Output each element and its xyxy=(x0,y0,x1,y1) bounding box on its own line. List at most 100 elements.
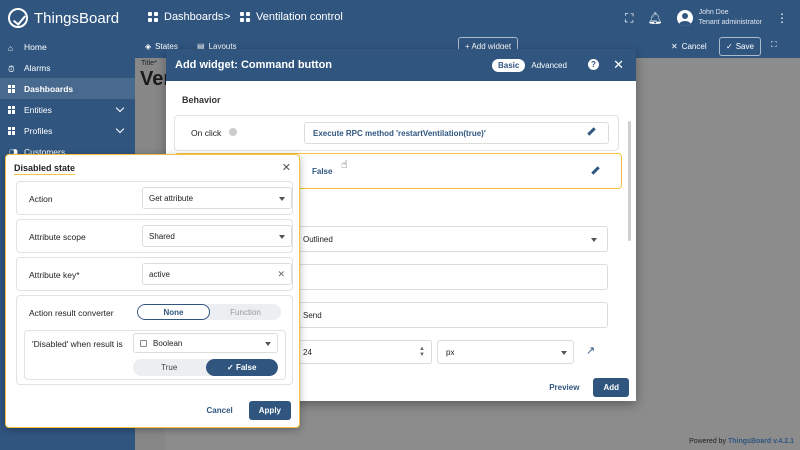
fullscreen-icon[interactable]: ⛶ xyxy=(625,11,633,26)
dialog-footer: Preview Add xyxy=(549,378,629,397)
apply-button[interactable]: Apply xyxy=(248,401,291,420)
disabled-state-field[interactable]: False xyxy=(304,159,612,183)
app-logo[interactable]: ThingsBoard xyxy=(8,8,119,28)
label-input[interactable]: Send xyxy=(294,302,608,328)
checkbox-icon xyxy=(140,339,147,347)
stepper-icon[interactable]: ▲ ▼ xyxy=(419,346,425,358)
check-icon: ✓ xyxy=(726,42,733,51)
help-icon[interactable]: ? xyxy=(588,59,599,70)
more-vert-icon[interactable]: ⋮ xyxy=(776,11,788,25)
action-select[interactable]: Get attribute xyxy=(142,187,292,209)
user-role: Tenant administrator xyxy=(698,19,762,26)
attribute-scope-select[interactable]: Shared xyxy=(142,225,292,247)
popover-footer: Cancel Apply xyxy=(207,401,291,420)
edit-icon[interactable] xyxy=(587,127,596,136)
chevron-down-icon xyxy=(591,238,597,242)
result-value-toggle: True ✓ False xyxy=(133,359,278,376)
notifications-bell-icon[interactable]: 🔔︎ xyxy=(647,11,662,25)
converter-toggle: None Function xyxy=(137,304,281,320)
empty-field[interactable] xyxy=(294,264,608,290)
edit-icon[interactable] xyxy=(591,166,600,175)
on-click-row: On click Execute RPC method 'restartVent… xyxy=(174,115,619,151)
user-menu[interactable]: John Doe Tenant administrator xyxy=(676,8,762,28)
chevron-down-icon xyxy=(279,197,285,201)
avatar xyxy=(676,10,693,26)
appearance-section: Outlined Send 24 ▲ ▼ px ↗ xyxy=(294,226,620,366)
chevron-down-icon xyxy=(265,342,271,346)
chevron-down-icon xyxy=(279,235,285,239)
close-icon[interactable]: ✕ xyxy=(282,161,291,174)
profiles-icon xyxy=(8,126,16,135)
chevron-down-icon xyxy=(115,103,125,113)
save-button[interactable]: ✓ Save xyxy=(719,37,761,56)
mode-toggle: Basic Advanced xyxy=(492,59,567,72)
app-name: ThingsBoard xyxy=(34,9,120,27)
option-true[interactable]: True xyxy=(133,359,206,376)
expand-icon[interactable]: ↗ xyxy=(586,344,595,357)
cancel-button[interactable]: Cancel xyxy=(207,406,233,415)
tab-advanced[interactable]: Advanced xyxy=(531,61,567,70)
entities-icon xyxy=(8,105,16,114)
chevron-down-icon xyxy=(561,351,567,355)
breadcrumb-dashboards-label: Dashboards xyxy=(164,11,224,23)
alarm-icon: ⏰︎ xyxy=(8,63,15,74)
breadcrumb-current: Ventilation control xyxy=(240,11,343,23)
disabled-state-popover: Disabled state ✕ Action Get attribute At… xyxy=(5,154,300,428)
info-icon[interactable] xyxy=(229,128,237,136)
powered-by: Powered by ThingsBoard v.4.2.1 xyxy=(689,438,794,445)
sidebar-item-dashboards[interactable]: Dashboards xyxy=(0,78,135,99)
tab-basic[interactable]: Basic xyxy=(492,59,526,72)
attribute-key-label: Attribute key* xyxy=(29,270,80,280)
attribute-key-row: Attribute key* active ✕ xyxy=(16,257,293,291)
breadcrumb-separator: > xyxy=(224,11,231,23)
sidebar-item-label: Profiles xyxy=(24,125,53,136)
dialog-title: Add widget: Command button xyxy=(175,59,333,71)
size-input[interactable]: 24 ▲ ▼ xyxy=(294,340,432,364)
attribute-key-input[interactable]: active ✕ xyxy=(142,263,292,285)
states-icon: ◈ xyxy=(145,42,152,51)
dashboards-icon xyxy=(8,84,16,93)
breadcrumb-dashboards[interactable]: Dashboards xyxy=(148,11,223,23)
user-name: John Doe xyxy=(698,9,729,16)
attribute-scope-row: Attribute scope Shared xyxy=(16,219,293,253)
chevron-down-icon xyxy=(115,124,125,134)
on-click-label: On click xyxy=(191,128,222,138)
close-icon[interactable]: ✕ xyxy=(613,57,624,73)
action-label: Action xyxy=(29,194,53,204)
popover-title: Disabled state xyxy=(14,163,76,175)
result-type-select[interactable]: Boolean xyxy=(133,333,278,353)
disabled-when-label: 'Disabled' when result is xyxy=(32,339,123,349)
dashboards-icon xyxy=(148,12,158,22)
title-caption: Title* xyxy=(141,60,157,67)
size-unit-select[interactable]: px xyxy=(437,340,574,364)
option-false[interactable]: ✓ False xyxy=(205,359,278,376)
fullscreen-icon[interactable]: ⛶ xyxy=(771,40,777,50)
dashboard-icon xyxy=(240,12,250,22)
thingsboard-logo-icon xyxy=(8,8,28,28)
action-row: Action Get attribute xyxy=(16,181,293,215)
sidebar-item-profiles[interactable]: Profiles xyxy=(0,120,135,141)
sidebar-item-label: Dashboards xyxy=(24,83,74,94)
sidebar-item-label: Home xyxy=(24,41,47,52)
sidebar-item-label: Alarms xyxy=(24,62,51,73)
add-button[interactable]: Add xyxy=(593,378,629,397)
sidebar-item-entities[interactable]: Entities xyxy=(0,99,135,120)
clear-icon[interactable]: ✕ xyxy=(277,269,285,280)
disabled-when-card: 'Disabled' when result is Boolean True ✓… xyxy=(24,330,286,380)
pointer-cursor-icon: ☝︎ xyxy=(341,159,348,171)
converter-label: Action result converter xyxy=(29,308,114,318)
sidebar-item-alarms[interactable]: ⏰︎ Alarms xyxy=(0,57,135,78)
converter-function-option[interactable]: Function xyxy=(210,304,281,320)
sidebar-item-home[interactable]: ⌂ Home xyxy=(0,36,135,57)
top-bar: ThingsBoard Dashboards > Ventilation con… xyxy=(0,0,800,36)
button-type-select[interactable]: Outlined xyxy=(294,226,608,252)
preview-button[interactable]: Preview xyxy=(549,383,579,392)
close-icon: ✕ xyxy=(671,42,678,51)
on-click-action-field[interactable]: Execute RPC method 'restartVentilation(t… xyxy=(304,122,609,144)
scrollbar[interactable] xyxy=(628,121,631,241)
attribute-scope-label: Attribute scope xyxy=(29,232,86,242)
converter-none-option[interactable]: None xyxy=(137,304,210,320)
cancel-button[interactable]: ✕ Cancel xyxy=(671,42,707,51)
breadcrumb-current-label: Ventilation control xyxy=(256,11,343,23)
result-converter-row: Action result converter None Function 'D… xyxy=(16,295,293,385)
